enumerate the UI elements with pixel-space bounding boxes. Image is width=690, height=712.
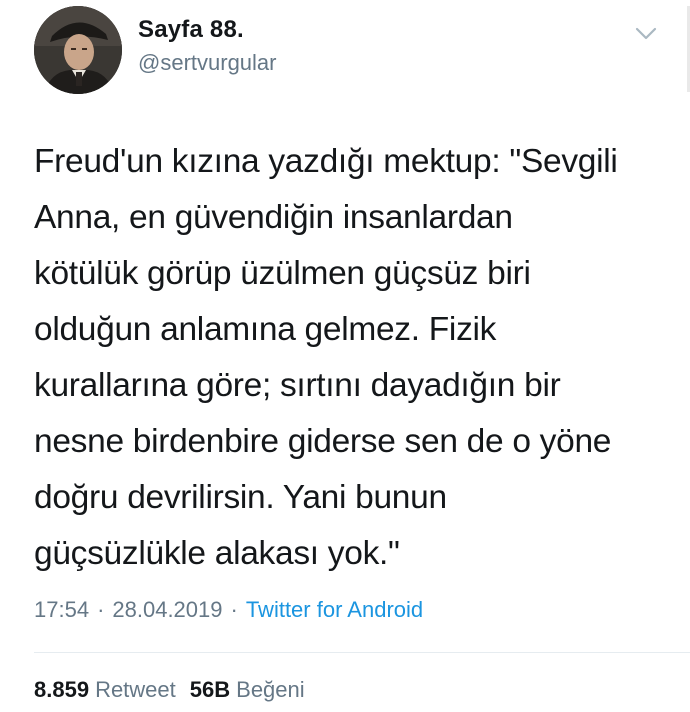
likes-count[interactable]: 56B xyxy=(190,677,230,703)
tweet-stats: 8.859 Retweet 56B Beğeni xyxy=(34,674,319,706)
retweets-label[interactable]: Retweet xyxy=(95,677,176,703)
tweet-source-link[interactable]: Twitter for Android xyxy=(246,597,423,623)
retweets-count[interactable]: 8.859 xyxy=(34,677,89,703)
user-handle[interactable]: @sertvurgular xyxy=(138,50,277,76)
avatar-image xyxy=(34,6,122,94)
tweet-time: 17:54 xyxy=(34,597,90,622)
stats-divider xyxy=(34,652,690,653)
tweet-date: 28.04.2019 xyxy=(112,597,223,622)
tweet-header: Sayfa 88. @sertvurgular xyxy=(0,0,690,110)
chevron-down-icon[interactable] xyxy=(632,24,660,44)
tweet-meta: 17:54 · 28.04.2019 · Twitter for Android xyxy=(34,594,423,626)
display-name[interactable]: Sayfa 88. xyxy=(138,16,244,44)
meta-separator: · xyxy=(230,597,238,622)
meta-separator: · xyxy=(97,597,105,622)
avatar[interactable] xyxy=(34,6,122,94)
tweet-text: Freud'un kızına yazdığı mektup: "Sevgili… xyxy=(34,143,618,572)
tweet-card: Sayfa 88. @sertvurgular Freud'un kızına … xyxy=(0,0,690,712)
likes-label[interactable]: Beğeni xyxy=(236,677,305,703)
